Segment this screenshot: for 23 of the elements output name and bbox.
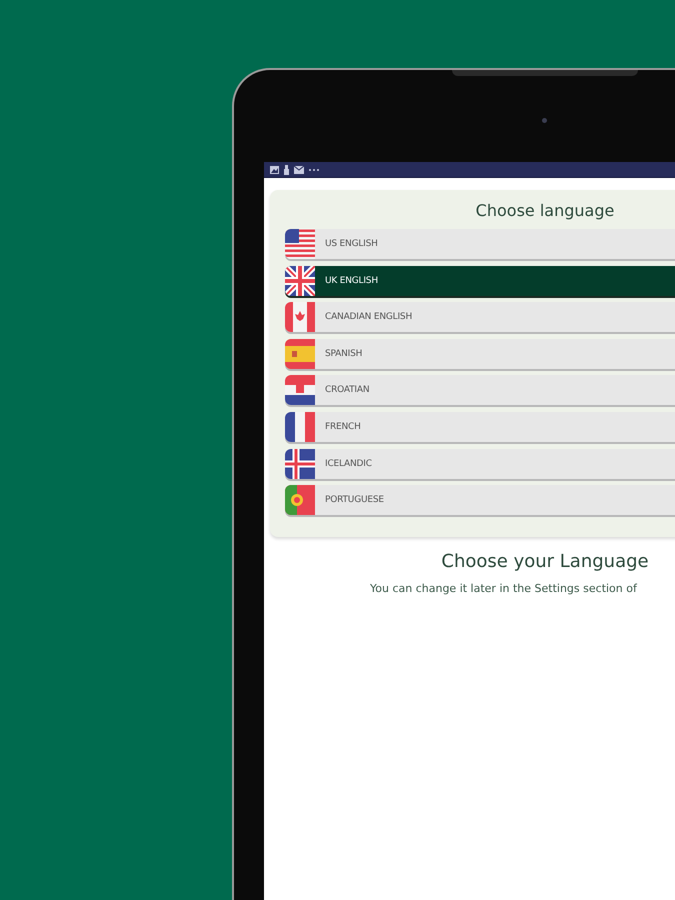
flag-icon [285, 448, 315, 479]
flag-icon [285, 302, 315, 332]
mail-icon [294, 166, 304, 174]
flag-icon [285, 412, 315, 442]
flag-icon [285, 266, 315, 296]
language-option[interactable]: CROATIAN [285, 375, 675, 406]
language-option[interactable]: US ENGLISH [285, 229, 675, 259]
card-title: Choose language [474, 200, 616, 222]
image-icon [270, 166, 279, 174]
hint-text: You can change it later in the Settings section of [370, 582, 638, 596]
flag-icon [285, 485, 315, 516]
heading: Choose your Language [440, 551, 650, 574]
language-option[interactable]: ICELANDIC [285, 448, 675, 479]
usb-icon [284, 164, 289, 174]
language-option[interactable]: SPANISH [285, 338, 675, 369]
flag-icon [285, 375, 315, 406]
language-option[interactable]: UK ENGLISH [285, 266, 675, 296]
language-option[interactable]: FRENCH [285, 412, 675, 442]
language-option[interactable]: PORTUGUESE [285, 485, 675, 516]
flag-icon [285, 338, 315, 369]
camera-icon [542, 118, 547, 123]
flag-icon [285, 229, 315, 259]
language-option[interactable]: CANADIAN ENGLISH [285, 302, 675, 332]
